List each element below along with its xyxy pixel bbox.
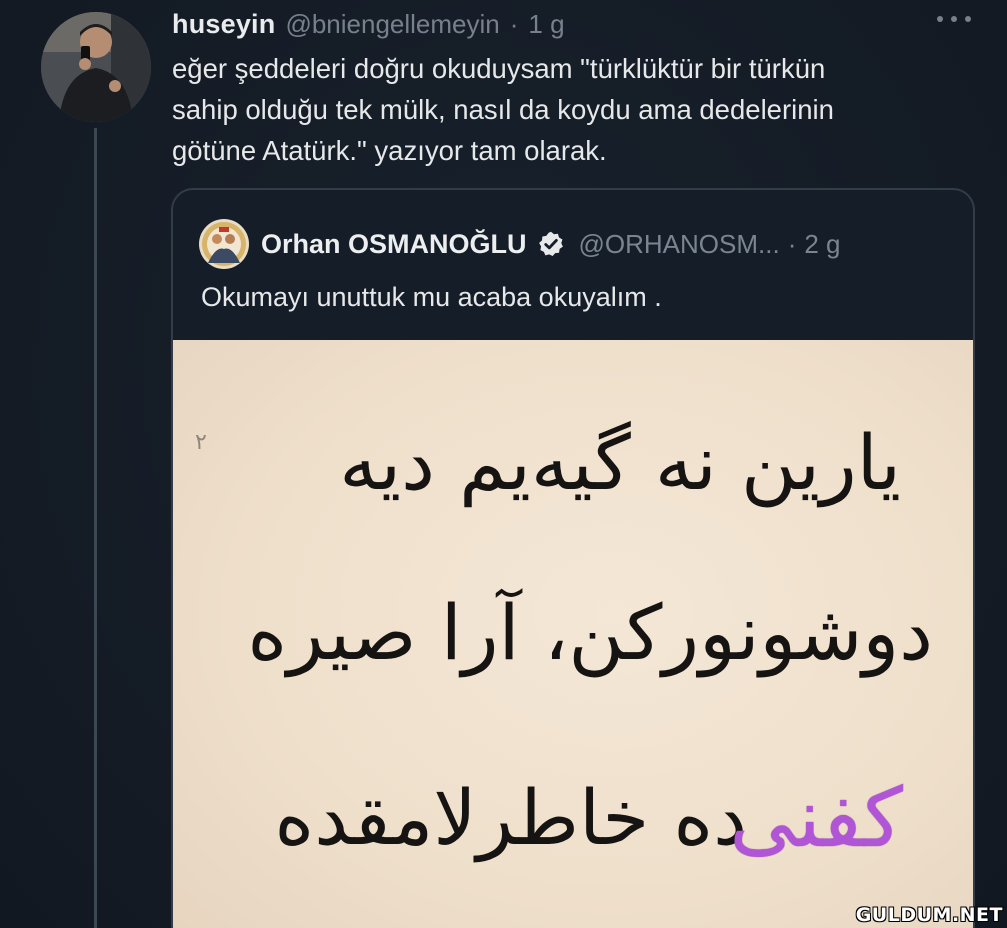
- verified-badge-icon: [538, 231, 563, 257]
- media-marginal-mark: ۲: [195, 430, 207, 455]
- author-display-name[interactable]: huseyin: [172, 9, 275, 40]
- more-horizontal-icon[interactable]: [934, 6, 974, 32]
- quote-time[interactable]: 2 g: [804, 229, 840, 260]
- tweet-text: eğer şeddeleri doğru okuduysam "türklükt…: [172, 53, 834, 166]
- quote-author-avatar[interactable]: [199, 219, 249, 269]
- quote-profile-photo-icon: [199, 219, 249, 269]
- quote-text: Okumayı unuttuk mu acaba okuyalım .: [201, 282, 662, 312]
- site-watermark: GULDUM.NET: [855, 904, 1003, 926]
- tweet-screenshot: huseyin @bniengellemeyin · 1 g eğer şedd…: [0, 0, 1007, 928]
- quote-author-handle[interactable]: @ORHANOSM...: [579, 229, 780, 260]
- quote-separator-dot: ·: [787, 228, 797, 259]
- thread-line: [94, 128, 97, 928]
- ottoman-text-line-2: دوشونورکن، آرا صیره: [247, 588, 933, 677]
- profile-photo-icon: [41, 12, 151, 122]
- quote-author-name[interactable]: Orhan OSMANOĞLU: [261, 229, 527, 260]
- quote-media-image[interactable]: ۲ یارین نه گیه‌یم دیه دوشونورکن، آرا صیر…: [173, 340, 973, 928]
- author-handle[interactable]: @bniengellemeyin: [285, 9, 499, 40]
- tweet-time[interactable]: 1 g: [528, 9, 564, 40]
- ottoman-text-line-1: یارین نه گیه‌یم دیه: [339, 418, 901, 507]
- separator-dot: ·: [509, 8, 519, 39]
- ottoman-text-line-3: ده خاطرلامقده: [274, 773, 747, 862]
- quoted-tweet[interactable]: Orhan OSMANOĞLU @ORHANOSM... · 2 g Okuma…: [171, 188, 975, 928]
- quote-header: Orhan OSMANOĞLU @ORHANOSM... · 2 g: [199, 218, 841, 270]
- tweet-header: huseyin @bniengellemeyin · 1 g: [172, 4, 565, 44]
- author-avatar[interactable]: [41, 12, 151, 122]
- highlighted-word: کفنی: [729, 771, 903, 866]
